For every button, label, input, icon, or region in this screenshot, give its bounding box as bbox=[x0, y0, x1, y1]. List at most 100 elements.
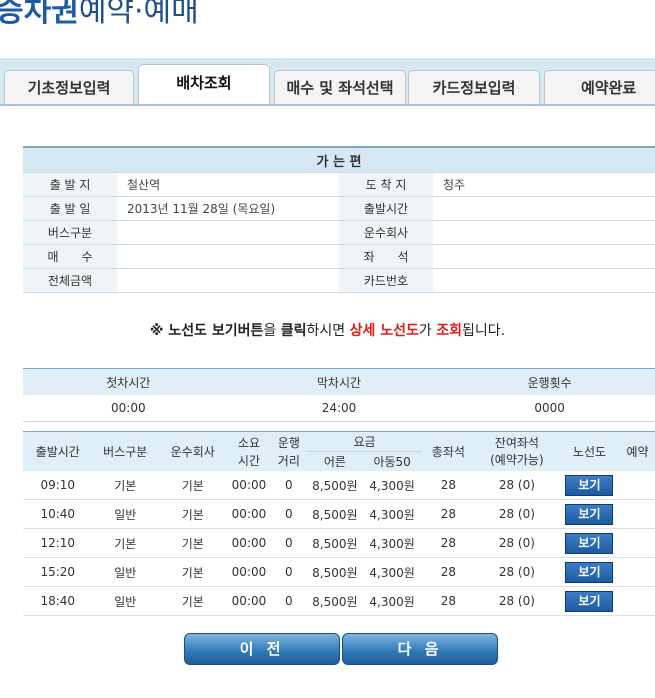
page-title-rest: 예약·예매 bbox=[78, 0, 199, 29]
company-cell: 기본 bbox=[157, 471, 228, 500]
company-label: 운수회사 bbox=[339, 220, 433, 245]
dep-time-cell: 18:40 bbox=[23, 586, 93, 616]
col-adult-fare: 어른 bbox=[307, 451, 363, 471]
distance-cell: 0 bbox=[270, 471, 308, 500]
company-cell: 기본 bbox=[157, 586, 228, 616]
tab-card-info[interactable]: 카드정보입력 bbox=[408, 70, 540, 104]
distance-cell: 0 bbox=[270, 528, 308, 558]
remaining-seats-cell: 28 (0) bbox=[474, 499, 559, 529]
dep-time-cell: 12:10 bbox=[23, 528, 93, 558]
route-map-notice: ※ 노선도 보기버튼을 클릭하시면 상세 노선도가 조회됩니다. bbox=[0, 320, 655, 340]
view-route-button[interactable]: 보기 bbox=[565, 561, 614, 583]
company-cell: 기본 bbox=[157, 499, 228, 529]
remaining-seats-cell: 28 (0) bbox=[474, 528, 559, 558]
duration-cell: 00:00 bbox=[227, 586, 271, 616]
trip-count-header: 운행횟수 bbox=[444, 368, 655, 395]
distance-cell: 0 bbox=[270, 499, 308, 529]
schedule-row: 15:20 일반 기본 00:00 0 8,500원 4,300원 28 28 (0) 보기 bbox=[23, 557, 655, 587]
col-total-seats: 총좌석 bbox=[421, 431, 475, 471]
bus-type-label: 버스구분 bbox=[23, 220, 117, 245]
notice-text-3: 가 bbox=[418, 323, 437, 339]
notice-inquiry: 조회 bbox=[436, 323, 463, 339]
bus-type-cell: 일반 bbox=[92, 586, 158, 616]
service-summary-table: 첫차시간 막차시간 운행횟수 00:00 24:00 0000 bbox=[23, 368, 655, 422]
tab-dispatch-inquiry[interactable]: 배차조회 bbox=[138, 64, 270, 106]
tab-seat-selection[interactable]: 매수 및 좌석선택 bbox=[274, 70, 406, 104]
adult-fare-cell: 8,500원 bbox=[307, 499, 363, 529]
distance-cell: 0 bbox=[270, 557, 308, 587]
schedule-row: 12:10 기본 기본 00:00 0 8,500원 4,300원 28 28 (0) 보기 bbox=[23, 528, 655, 558]
notice-prefix: ※ 노선도 보기버튼 bbox=[149, 323, 264, 339]
duration-cell: 00:00 bbox=[227, 528, 271, 558]
page-title-strong: 승차권 bbox=[0, 0, 79, 29]
first-bus-value: 00:00 bbox=[23, 395, 234, 422]
route-map-cell: 보기 bbox=[558, 499, 621, 529]
card-number-value bbox=[433, 268, 655, 293]
tab-label: 카드정보입력 bbox=[432, 79, 516, 97]
tab-label: 예약완료 bbox=[581, 79, 637, 97]
bus-type-cell: 기본 bbox=[92, 528, 158, 558]
view-route-button[interactable]: 보기 bbox=[565, 503, 614, 525]
col-remaining-seats: 잔여좌석 (예약가능) bbox=[474, 431, 559, 471]
seat-label: 좌 석 bbox=[339, 244, 433, 269]
destination-label: 도 착 지 bbox=[339, 172, 433, 197]
schedule-table: 출발시간 버스구분 운수회사 소요 시간 운행 거리 요금 총좌석 잔여좌석 (… bbox=[23, 431, 655, 616]
trip-count-value: 0000 bbox=[444, 395, 655, 422]
tab-reservation-complete[interactable]: 예약완료 bbox=[544, 70, 655, 104]
schedule-row: 18:40 일반 기본 00:00 0 8,500원 4,300원 28 28 (0) 보기 bbox=[23, 586, 655, 616]
total-seats-cell: 28 bbox=[421, 557, 475, 587]
destination-value: 청주 bbox=[433, 172, 655, 197]
total-seats-cell: 28 bbox=[421, 471, 475, 500]
remaining-seats-cell: 28 (0) bbox=[474, 557, 559, 587]
route-map-cell: 보기 bbox=[558, 557, 621, 587]
prev-button[interactable]: 이 전 bbox=[184, 633, 340, 665]
schedule-row: 09:10 기본 기본 00:00 0 8,500원 4,300원 28 28 (0) 보기 bbox=[23, 471, 655, 500]
tab-label: 기초정보입력 bbox=[27, 79, 111, 97]
col-reserve: 예약 bbox=[620, 431, 655, 471]
last-bus-header: 막차시간 bbox=[233, 368, 445, 395]
seat-value bbox=[433, 244, 655, 269]
notice-text-1: 을 bbox=[263, 323, 281, 339]
route-map-cell: 보기 bbox=[558, 471, 621, 500]
dep-time-value bbox=[433, 196, 655, 221]
count-label: 매 수 bbox=[23, 244, 117, 269]
schedule-row: 10:40 일반 기본 00:00 0 8,500원 4,300원 28 28 (0) 보기 bbox=[23, 499, 655, 529]
dep-time-cell: 15:20 bbox=[23, 557, 93, 587]
next-button[interactable]: 다 음 bbox=[342, 633, 498, 665]
bus-type-cell: 기본 bbox=[92, 471, 158, 500]
adult-fare-cell: 8,500원 bbox=[307, 586, 363, 616]
last-bus-value: 24:00 bbox=[233, 395, 445, 422]
view-route-button[interactable]: 보기 bbox=[565, 474, 614, 496]
notice-detail-route: 상세 노선도 bbox=[349, 323, 419, 339]
total-seats-cell: 28 bbox=[421, 499, 475, 529]
total-amount-label: 전체금액 bbox=[23, 268, 117, 293]
origin-label: 출 발 지 bbox=[23, 172, 117, 197]
col-company: 운수회사 bbox=[157, 431, 228, 471]
tab-label: 배차조회 bbox=[176, 74, 232, 92]
reserve-cell bbox=[620, 557, 655, 587]
col-route-map: 노선도 bbox=[558, 431, 621, 471]
company-cell: 기본 bbox=[157, 528, 228, 558]
company-value bbox=[433, 220, 655, 245]
total-amount-value bbox=[117, 268, 339, 293]
route-map-cell: 보기 bbox=[558, 586, 621, 616]
dep-time-cell: 10:40 bbox=[23, 499, 93, 529]
duration-cell: 00:00 bbox=[227, 471, 271, 500]
outbound-info-table: 가 는 편 출 발 지 철산역 도 착 지 청주 출 발 일 2013년 11월… bbox=[23, 146, 655, 293]
first-bus-header: 첫차시간 bbox=[23, 368, 234, 395]
notice-suffix: 됩니다. bbox=[462, 323, 506, 339]
adult-fare-cell: 8,500원 bbox=[307, 557, 363, 587]
reserve-cell bbox=[620, 471, 655, 500]
tab-label: 매수 및 좌석선택 bbox=[286, 79, 394, 97]
col-bus-type: 버스구분 bbox=[92, 431, 158, 471]
total-seats-cell: 28 bbox=[421, 528, 475, 558]
route-map-cell: 보기 bbox=[558, 528, 621, 558]
bus-type-value bbox=[117, 220, 339, 245]
view-route-button[interactable]: 보기 bbox=[565, 532, 614, 554]
col-dep-time: 출발시간 bbox=[23, 431, 93, 471]
dep-time-label: 출발시간 bbox=[339, 196, 433, 221]
view-route-button[interactable]: 보기 bbox=[565, 590, 614, 612]
dep-time-cell: 09:10 bbox=[23, 471, 93, 500]
col-fare: 요금 bbox=[307, 431, 422, 452]
tab-basic-info[interactable]: 기초정보입력 bbox=[4, 70, 134, 104]
